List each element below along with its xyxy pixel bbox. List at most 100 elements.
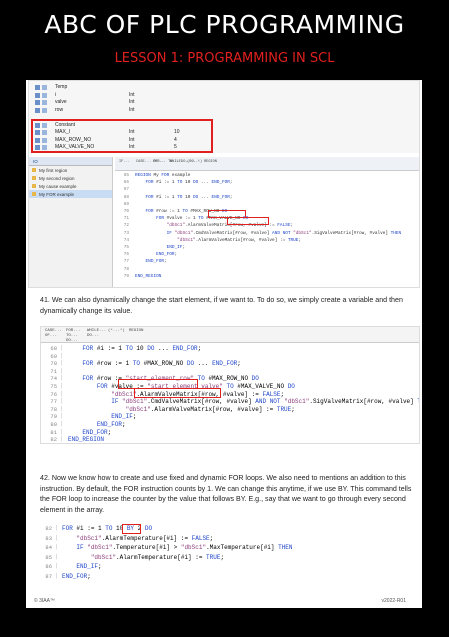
header-subtitle: LESSON 1: PROGRAMMING IN SCL xyxy=(114,51,335,66)
line-number: 80 xyxy=(50,421,57,428)
variable-type: Int xyxy=(129,91,135,98)
line-number: 68 xyxy=(123,194,129,200)
line-number: 84 xyxy=(45,544,52,551)
variable-icon xyxy=(35,100,40,105)
tree-item-label: My FOR example xyxy=(39,191,75,197)
code-text: REGION My FOR example xyxy=(135,173,191,178)
region-icon xyxy=(32,176,36,180)
interface-icon xyxy=(42,100,47,105)
code-line: 73 IF "dbSc1".CmdValveMatrix[#row, #valv… xyxy=(115,230,419,238)
line-number: 69 xyxy=(50,352,57,360)
fold-marker: │ xyxy=(60,360,64,367)
code-line: 82 │ FOR #i := 1 TO 10 BY 2 DO xyxy=(40,525,340,534)
code-line: 79 END_REGION xyxy=(115,273,419,281)
fold-marker: │ xyxy=(55,525,59,531)
version: v2022-R01 xyxy=(381,598,406,604)
code-line: 78 xyxy=(115,267,419,274)
code-line: 77 END_FOR; xyxy=(115,259,419,266)
line-number: 86 xyxy=(45,563,52,570)
toolbar-item: (*...*) xyxy=(187,160,203,164)
paragraph-41: 41. We can also dynamically change the s… xyxy=(40,296,403,315)
tree-item: My second region xyxy=(29,174,112,182)
code-line: 87 │ END_FOR; xyxy=(40,573,340,582)
line-number: 74 xyxy=(50,375,57,383)
line-number: 66 xyxy=(123,180,129,186)
tia-portal-screenshot-1: Temp i Int valve Int row Int Constant MAX_I Int 10… xyxy=(28,80,420,288)
code-line: 69 xyxy=(115,201,419,209)
code-line: 68 FOR #i := 1 TO 10 DO ... END_FOR; xyxy=(115,194,419,202)
code-text: END_FOR; xyxy=(145,259,167,265)
line-number: 76 xyxy=(123,252,129,258)
toolbar-item: CASE... OF... xyxy=(45,329,62,338)
fold-marker: │ xyxy=(55,544,59,550)
line-number: 69 xyxy=(123,201,129,207)
line-number: 71 xyxy=(50,367,57,375)
fold-marker: │ xyxy=(55,563,59,569)
start-valve-highlight xyxy=(134,388,221,398)
page-footer: © 3IAA™ v2022-R01 xyxy=(26,598,422,608)
toolbar-item: FOR... TO... DO... xyxy=(66,329,81,343)
line-number: 73 xyxy=(123,230,129,236)
line-number: 85 xyxy=(45,553,52,561)
code-line: 76 END_FOR; xyxy=(115,252,419,259)
code-text: END_IF; xyxy=(166,245,186,250)
tree-item: My first region xyxy=(29,166,112,174)
region-icon xyxy=(32,184,36,188)
variable-type: Int xyxy=(129,106,135,113)
code-line: 82 │ END_REGION xyxy=(41,436,419,444)
variable-name: valve xyxy=(55,99,67,105)
fold-marker: │ xyxy=(60,390,64,397)
line-number: 77 xyxy=(123,259,129,265)
code-text: "dbSc1".AlarmValveMatrix[#row, #valve] :… xyxy=(177,237,302,243)
fold-marker: │ xyxy=(60,398,64,405)
fold-marker: │ xyxy=(60,436,64,443)
code-text: "dbSc1".AlarmValveMatrix[#row, #valve] :… xyxy=(125,405,295,413)
interface-icon xyxy=(42,107,47,113)
fold-marker: │ xyxy=(60,383,64,389)
tree-item-label: My cause example xyxy=(39,183,77,189)
tree-header: IO xyxy=(29,157,112,166)
fold-marker: │ xyxy=(55,553,59,560)
line-number: 67 xyxy=(123,187,129,193)
paragraph-42: 42. Now we know how to create and use fi… xyxy=(40,474,412,514)
variable-name: row xyxy=(55,106,64,113)
line-number: 87 xyxy=(45,572,52,580)
fold-marker: │ xyxy=(55,534,59,541)
line-number: 82 xyxy=(45,525,52,532)
tree-item: My cause example xyxy=(29,182,112,190)
fold-marker: │ xyxy=(60,413,64,420)
toolbar-item: REGION xyxy=(204,160,217,164)
code-line: 67 xyxy=(115,187,419,194)
line-number: 71 xyxy=(123,216,129,222)
code-editor-1: IF... CASE... OF... FOR... TO... DO... WHIL… xyxy=(115,157,419,287)
code-text: END_FOR; xyxy=(96,421,126,428)
line-number: 79 xyxy=(50,413,57,421)
tree-item: My FOR example xyxy=(29,190,112,198)
variable-icon xyxy=(35,107,40,113)
code-text: END_IF; xyxy=(111,413,137,421)
by-highlight xyxy=(122,524,141,534)
line-number: 82 xyxy=(50,436,57,444)
fold-marker: │ xyxy=(60,405,64,412)
line-number: 81 xyxy=(50,428,57,436)
header-title: ABC OF PLC PROGRAMMING xyxy=(44,10,405,39)
page-header: ABC OF PLC PROGRAMMING LESSON 1: PROGRAM… xyxy=(0,0,449,86)
variable-name: Temp xyxy=(55,84,68,90)
line-number: 77 xyxy=(50,398,57,406)
fold-marker: │ xyxy=(55,572,59,579)
code-line: 65 REGION My FOR example xyxy=(115,173,419,180)
max-valve-highlight xyxy=(227,217,269,225)
line-number: 78 xyxy=(50,405,57,413)
document-page: Temp i Int valve Int row Int Constant MAX_I Int 10… xyxy=(26,80,422,608)
code-text: FOR #row := 1 TO #MAX_ROW_NO DO ... END_… xyxy=(82,360,241,368)
line-number: 79 xyxy=(123,273,129,279)
code-text: END_REGION xyxy=(68,436,105,444)
toolbar-item: WHILE... DO... xyxy=(87,329,107,338)
variable-icon xyxy=(35,92,40,98)
line-number: 76 xyxy=(50,390,57,398)
code-text: END_REGION xyxy=(135,273,162,279)
line-number: 72 xyxy=(123,223,129,229)
code-line: 74 "dbSc1".AlarmValveMatrix[#row, #valve… xyxy=(115,237,419,245)
code-text: END_FOR; xyxy=(82,428,112,436)
tia-portal-screenshot-2: CASE... OF... FOR... TO... DO... WHILE... … xyxy=(40,326,420,444)
